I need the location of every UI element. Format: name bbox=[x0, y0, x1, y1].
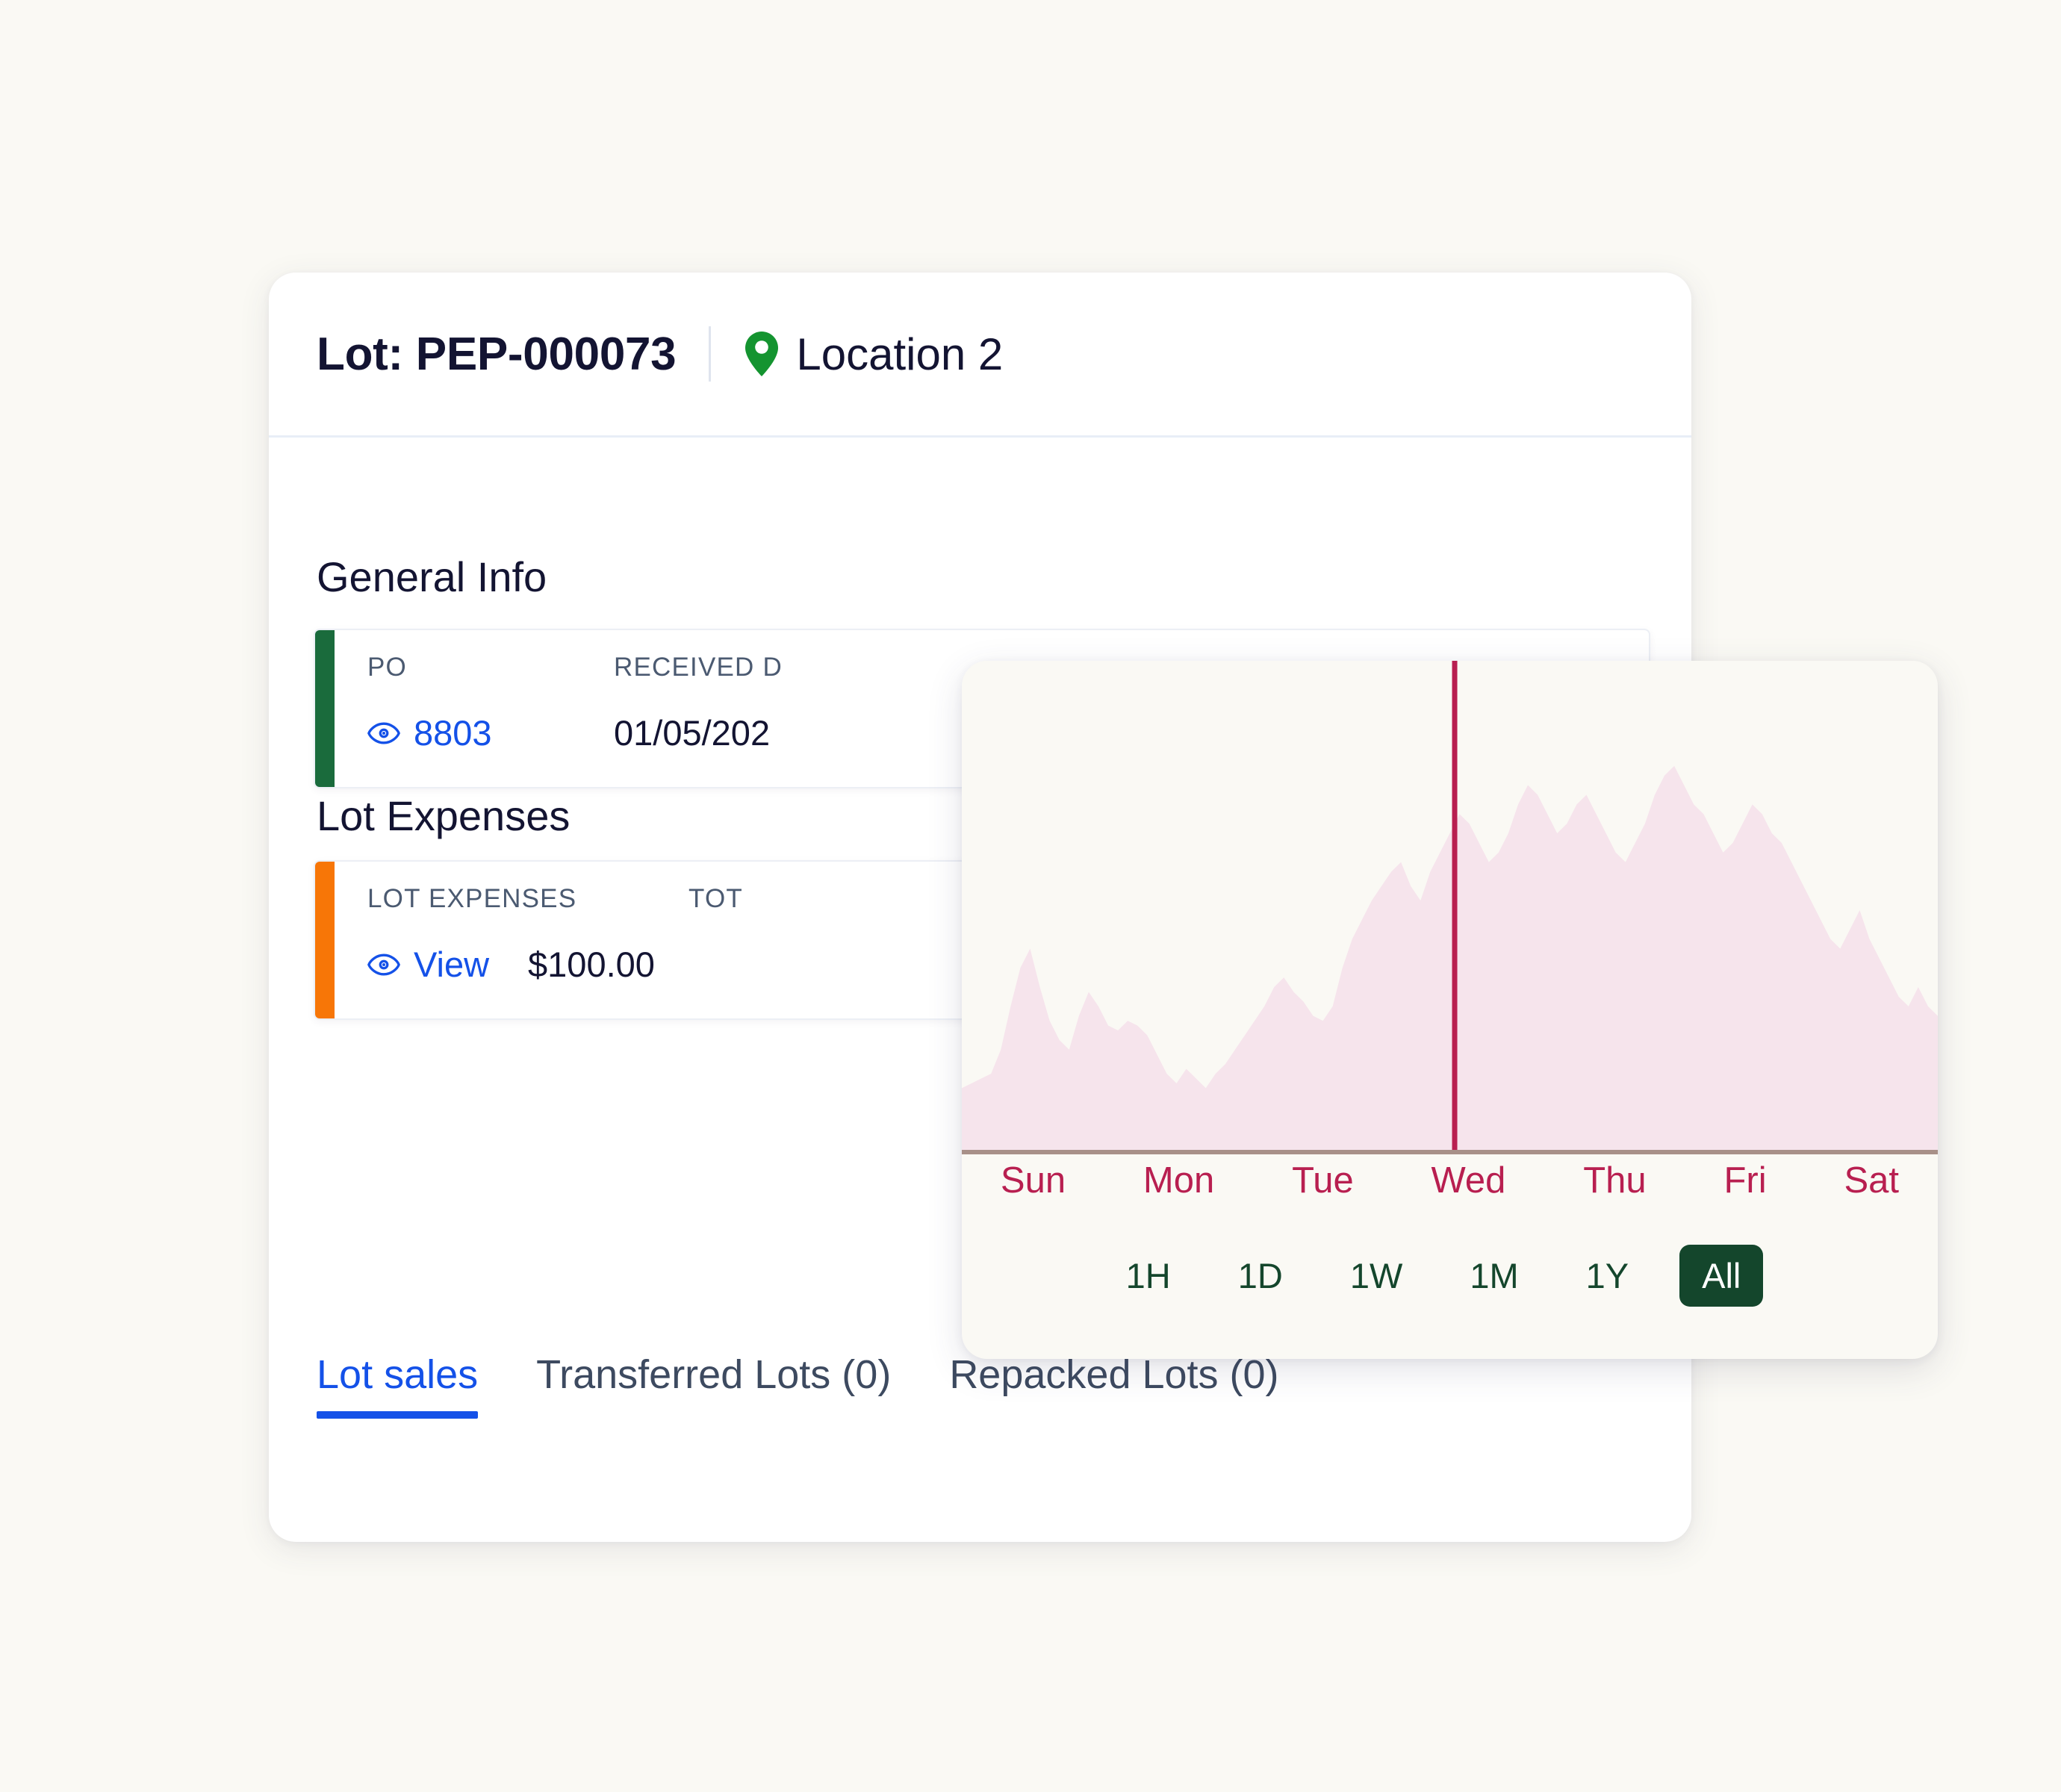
po-column: PO 8803 bbox=[367, 630, 614, 787]
range-button-1d[interactable]: 1D bbox=[1222, 1246, 1299, 1305]
range-button-1m[interactable]: 1M bbox=[1453, 1246, 1535, 1305]
time-range-selector: 1H 1D 1W 1M 1Y All bbox=[962, 1245, 1938, 1307]
area-series bbox=[962, 765, 1938, 1151]
day-label-thu: Thu bbox=[1583, 1160, 1647, 1201]
tab-transferred-lots[interactable]: Transferred Lots (0) bbox=[536, 1351, 891, 1419]
day-axis: Sun Mon Tue Wed Thu Fri Sat bbox=[962, 1160, 1938, 1201]
accent-bar-green bbox=[315, 630, 335, 787]
view-label: View bbox=[414, 945, 490, 984]
day-label-mon: Mon bbox=[1143, 1160, 1215, 1201]
accent-bar-orange bbox=[315, 862, 335, 1018]
lot-expenses-column: LOT EXPENSES View $100.00 bbox=[367, 862, 688, 1018]
location-label: Location 2 bbox=[796, 329, 1004, 379]
lot-tabs: Lot sales Transferred Lots (0) Repacked … bbox=[317, 1351, 1279, 1419]
location-group[interactable]: Location 2 bbox=[744, 329, 1003, 380]
section-title-lot-expenses: Lot Expenses bbox=[317, 792, 571, 839]
lot-expenses-label: LOT EXPENSES bbox=[367, 884, 577, 913]
eye-icon bbox=[367, 953, 400, 975]
tab-repacked-lots[interactable]: Repacked Lots (0) bbox=[949, 1351, 1278, 1419]
po-number: 8803 bbox=[414, 713, 492, 753]
po-label: PO bbox=[367, 653, 407, 682]
page-title: Lot: PEP-000073 bbox=[317, 328, 677, 380]
lot-expenses-value-row: View $100.00 bbox=[367, 944, 688, 985]
header-divider bbox=[709, 326, 712, 382]
range-button-all[interactable]: All bbox=[1679, 1245, 1764, 1307]
map-pin-icon bbox=[745, 332, 779, 376]
area-chart-svg bbox=[962, 661, 1938, 1154]
range-button-1h[interactable]: 1H bbox=[1110, 1246, 1187, 1305]
range-button-1w[interactable]: 1W bbox=[1334, 1246, 1420, 1305]
range-button-1y[interactable]: 1Y bbox=[1570, 1246, 1646, 1305]
tab-lot-sales[interactable]: Lot sales bbox=[317, 1351, 479, 1419]
view-expenses-link[interactable]: View bbox=[367, 944, 489, 985]
day-label-tue: Tue bbox=[1292, 1160, 1354, 1201]
section-title-general-info: General Info bbox=[317, 553, 547, 600]
day-label-wed: Wed bbox=[1431, 1160, 1506, 1201]
day-label-sat: Sat bbox=[1844, 1160, 1900, 1201]
po-value[interactable]: 8803 bbox=[367, 712, 614, 753]
day-label-fri: Fri bbox=[1723, 1160, 1767, 1201]
day-label-sun: Sun bbox=[1000, 1160, 1066, 1201]
lot-expenses-amount: $100.00 bbox=[528, 945, 655, 984]
chart-overlay-card: Sun Mon Tue Wed Thu Fri Sat 1H 1D 1W 1M … bbox=[962, 661, 1938, 1359]
area-chart-plot bbox=[962, 661, 1938, 1156]
eye-icon bbox=[367, 722, 400, 744]
card-header: Lot: PEP-000073 Location 2 bbox=[269, 273, 1691, 438]
